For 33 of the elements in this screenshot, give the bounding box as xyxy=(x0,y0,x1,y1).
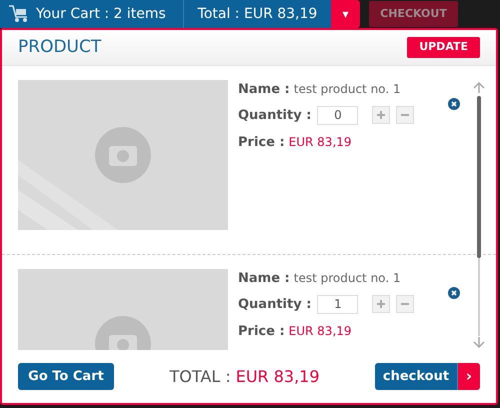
product-name: test product no. 1 xyxy=(294,270,401,287)
scroll-up-icon[interactable] xyxy=(473,82,485,94)
cart-count: Your Cart : 2 items xyxy=(36,4,166,24)
checkout-button[interactable]: checkout xyxy=(375,363,458,390)
minus-icon[interactable] xyxy=(396,295,414,314)
name-label: Name : xyxy=(238,81,290,99)
cart-icon xyxy=(8,4,30,24)
scrollbar-thumb[interactable] xyxy=(477,96,481,258)
plus-icon[interactable] xyxy=(372,295,390,314)
price-label: Price : xyxy=(238,134,285,152)
total-label: TOTAL : xyxy=(169,366,231,388)
quantity-field[interactable]: 0 xyxy=(317,106,358,125)
remove-icon[interactable] xyxy=(448,98,460,110)
cart-total: Total : EUR 83,19 xyxy=(183,0,331,28)
go-to-cart-button[interactable]: Go To Cart xyxy=(18,363,114,390)
cart-summary[interactable]: Your Cart : 2 items xyxy=(0,0,183,28)
quantity-label: Quantity : xyxy=(238,106,312,124)
price-label: Price : xyxy=(238,323,285,341)
next-button[interactable]: › xyxy=(458,363,480,390)
scroll-down-icon[interactable] xyxy=(473,336,485,348)
panel-title: PRODUCT xyxy=(18,36,102,59)
total-amount: EUR 83,19 xyxy=(236,366,320,388)
quantity-field[interactable]: 1 xyxy=(317,294,358,314)
quantity-label: Quantity : xyxy=(238,296,312,314)
price: EUR 83,19 xyxy=(288,134,352,151)
plus-icon[interactable] xyxy=(372,106,390,124)
product-name: test product no. 1 xyxy=(294,81,401,98)
dropdown-button[interactable]: ▾ xyxy=(331,0,360,28)
price: EUR 83,19 xyxy=(288,323,352,340)
minus-icon[interactable] xyxy=(396,106,414,124)
name-label: Name : xyxy=(238,270,290,288)
remove-icon[interactable] xyxy=(448,287,460,299)
update-button[interactable]: UPDATE xyxy=(407,37,480,58)
